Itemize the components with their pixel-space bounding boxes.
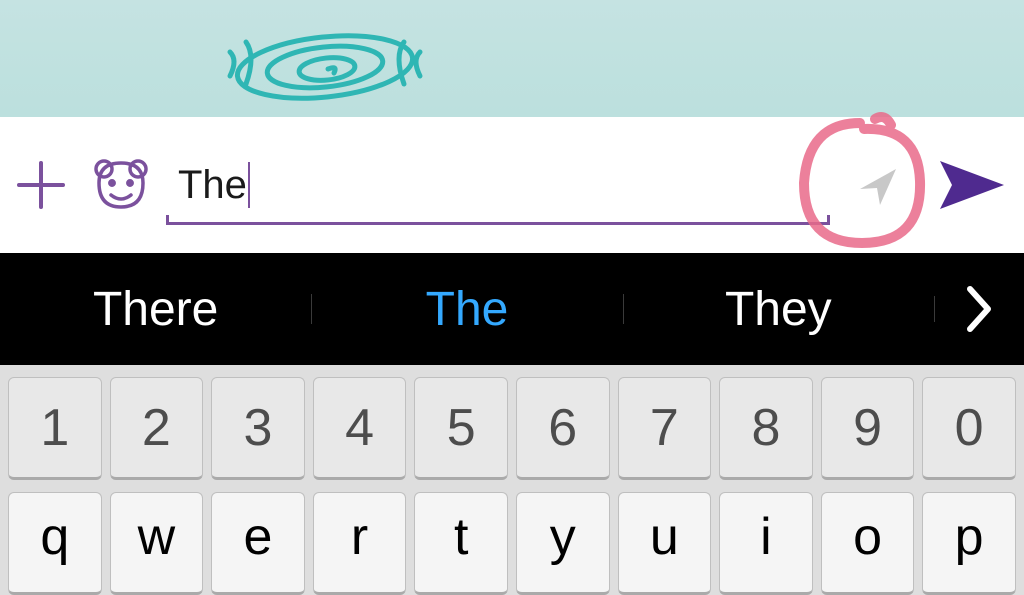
suggestion-1[interactable]: There bbox=[0, 282, 311, 337]
keyboard-top-letter-row: q w e r t y u i o p bbox=[0, 486, 1024, 595]
text-cursor bbox=[248, 162, 250, 208]
send-button[interactable] bbox=[928, 157, 1018, 213]
keyboard-suggestion-bar: There The They bbox=[0, 253, 1024, 365]
key-t[interactable]: t bbox=[414, 492, 508, 595]
key-0[interactable]: 0 bbox=[922, 377, 1016, 480]
suggestion-2-active[interactable]: The bbox=[311, 282, 622, 337]
chevron-right-icon bbox=[964, 285, 994, 333]
message-text-value: The bbox=[178, 163, 247, 208]
send-icon bbox=[938, 157, 1008, 213]
keyboard-number-row: 1 2 3 4 5 6 7 8 9 0 bbox=[0, 371, 1024, 486]
plus-icon bbox=[13, 157, 69, 213]
bear-icon bbox=[89, 153, 153, 217]
key-1[interactable]: 1 bbox=[8, 377, 102, 480]
key-6[interactable]: 6 bbox=[516, 377, 610, 480]
sticker-button[interactable] bbox=[76, 153, 166, 217]
key-e[interactable]: e bbox=[211, 492, 305, 595]
key-9[interactable]: 9 bbox=[821, 377, 915, 480]
swirl-decoration-icon bbox=[210, 12, 440, 117]
key-2[interactable]: 2 bbox=[110, 377, 204, 480]
suggestion-3[interactable]: They bbox=[623, 282, 934, 337]
chat-background bbox=[0, 0, 1024, 117]
key-w[interactable]: w bbox=[110, 492, 204, 595]
on-screen-keyboard: 1 2 3 4 5 6 7 8 9 0 q w e r t y u i o p bbox=[0, 365, 1024, 595]
key-7[interactable]: 7 bbox=[618, 377, 712, 480]
key-5[interactable]: 5 bbox=[414, 377, 508, 480]
key-q[interactable]: q bbox=[8, 492, 102, 595]
key-r[interactable]: r bbox=[313, 492, 407, 595]
input-underline bbox=[166, 222, 830, 225]
suggestion-more-button[interactable] bbox=[934, 285, 1024, 333]
key-4[interactable]: 4 bbox=[313, 377, 407, 480]
key-8[interactable]: 8 bbox=[719, 377, 813, 480]
key-3[interactable]: 3 bbox=[211, 377, 305, 480]
share-location-button[interactable] bbox=[828, 157, 928, 213]
message-text-input[interactable]: The bbox=[166, 117, 828, 253]
key-y[interactable]: y bbox=[516, 492, 610, 595]
message-input-bar: The bbox=[0, 117, 1024, 253]
key-p[interactable]: p bbox=[922, 492, 1016, 595]
key-o[interactable]: o bbox=[821, 492, 915, 595]
attach-button[interactable] bbox=[6, 157, 76, 213]
location-arrow-icon bbox=[850, 157, 906, 213]
key-u[interactable]: u bbox=[618, 492, 712, 595]
key-i[interactable]: i bbox=[719, 492, 813, 595]
